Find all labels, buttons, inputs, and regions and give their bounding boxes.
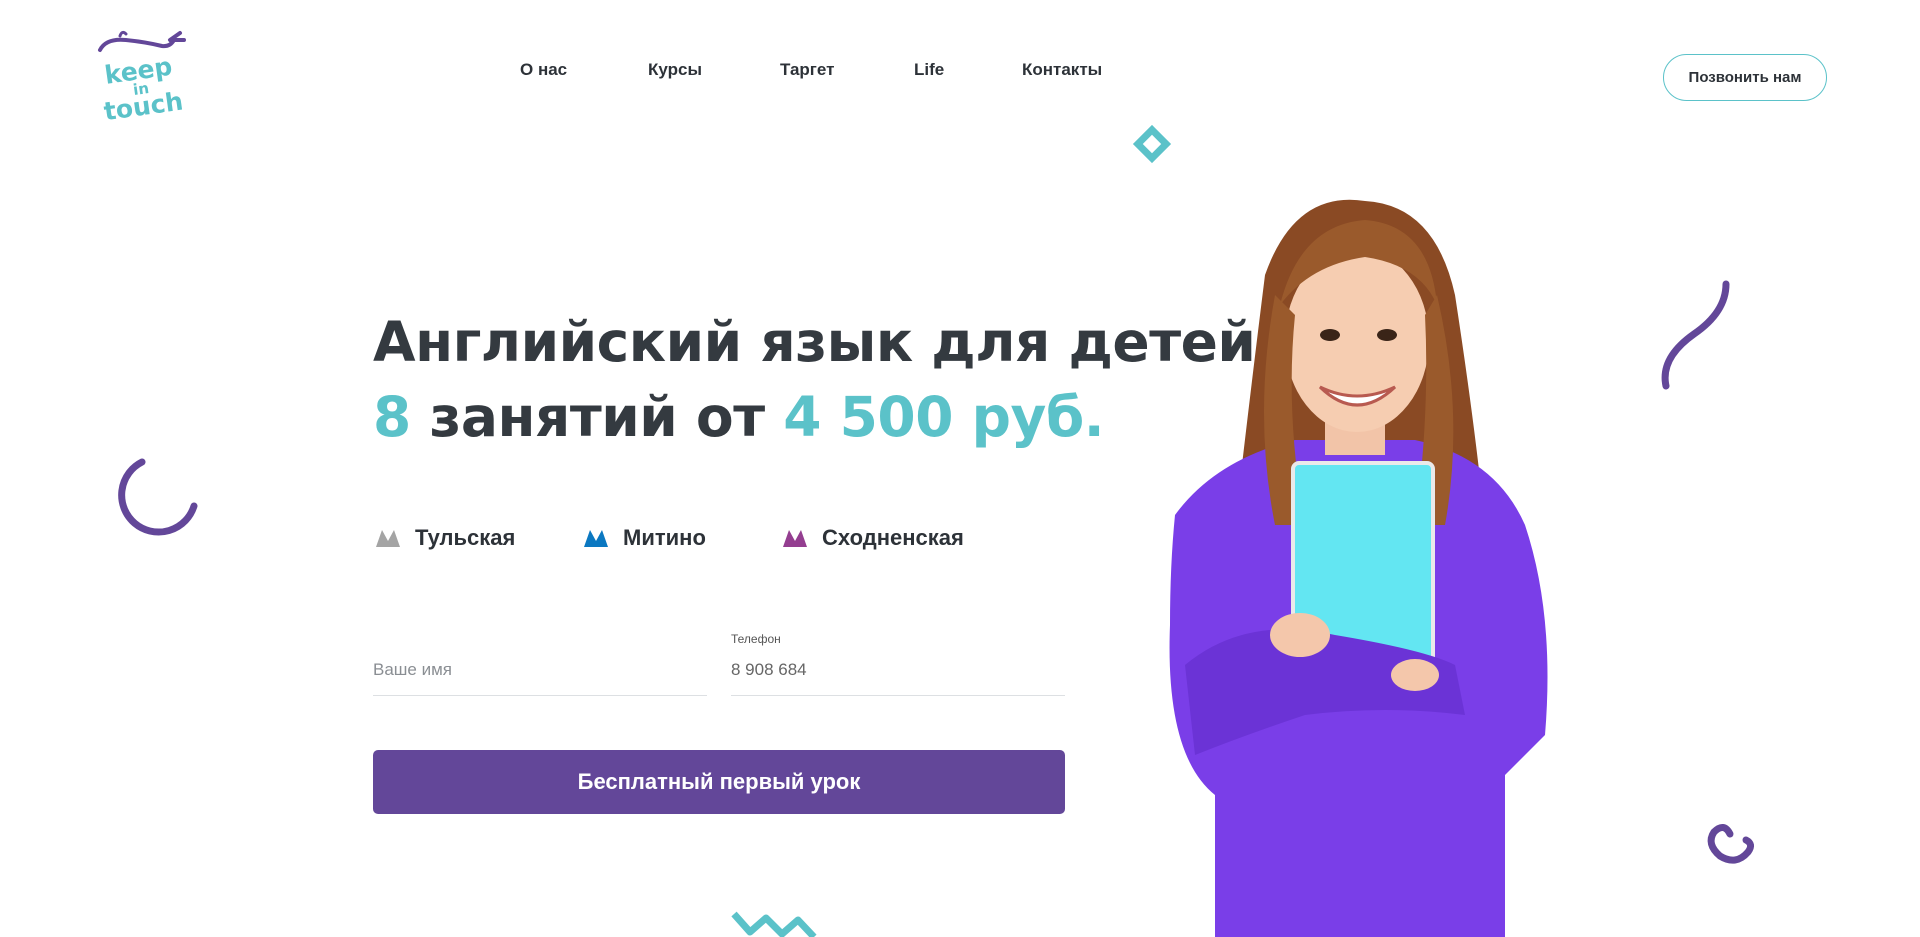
- zigzag-shape: [731, 911, 817, 937]
- metro-icon: [584, 530, 608, 547]
- metro-station-skhodnenskaya: Сходненская: [782, 524, 964, 552]
- nav-item-about[interactable]: О нас: [520, 60, 567, 80]
- metro-label: Митино: [623, 525, 706, 550]
- metro-station-tulskaya: Тульская: [375, 524, 515, 552]
- spiral-shape: [1707, 824, 1755, 864]
- lessons-count: 8: [373, 385, 411, 449]
- logo-text: keep in touch: [90, 52, 191, 127]
- call-us-button[interactable]: Позвонить нам: [1663, 54, 1827, 101]
- nav-item-contacts[interactable]: Контакты: [1022, 60, 1102, 80]
- nav-item-life[interactable]: Life: [914, 60, 944, 80]
- name-field: [373, 632, 707, 696]
- whale-icon: [98, 30, 186, 52]
- lessons-text: занятий от: [410, 385, 784, 449]
- metro-icon: [376, 530, 400, 547]
- free-lesson-button[interactable]: Бесплатный первый урок: [373, 750, 1065, 814]
- hero-title: Английский язык для детей 8 занятий от 4…: [373, 305, 1256, 455]
- phone-field: Телефон: [731, 632, 1065, 696]
- hero-title-line1: Английский язык для детей: [373, 310, 1256, 374]
- phone-label: Телефон: [731, 632, 781, 646]
- phone-input[interactable]: [731, 660, 1065, 680]
- diamond-shape: [1132, 124, 1172, 164]
- metro-label: Сходненская: [822, 525, 964, 550]
- arc-shape: [118, 458, 198, 536]
- nav-item-target[interactable]: Таргет: [780, 60, 834, 80]
- hero-image-girl-with-book: [1169, 199, 1548, 937]
- metro-label: Тульская: [415, 525, 516, 550]
- wave-shape: [1661, 280, 1730, 390]
- metro-icon: [783, 530, 807, 547]
- name-input[interactable]: [373, 660, 707, 680]
- logo[interactable]: keep in touch: [94, 30, 188, 126]
- price: 4 500 руб.: [783, 385, 1105, 449]
- metro-station-mitino: Митино: [583, 524, 706, 552]
- nav-item-courses[interactable]: Курсы: [648, 60, 702, 80]
